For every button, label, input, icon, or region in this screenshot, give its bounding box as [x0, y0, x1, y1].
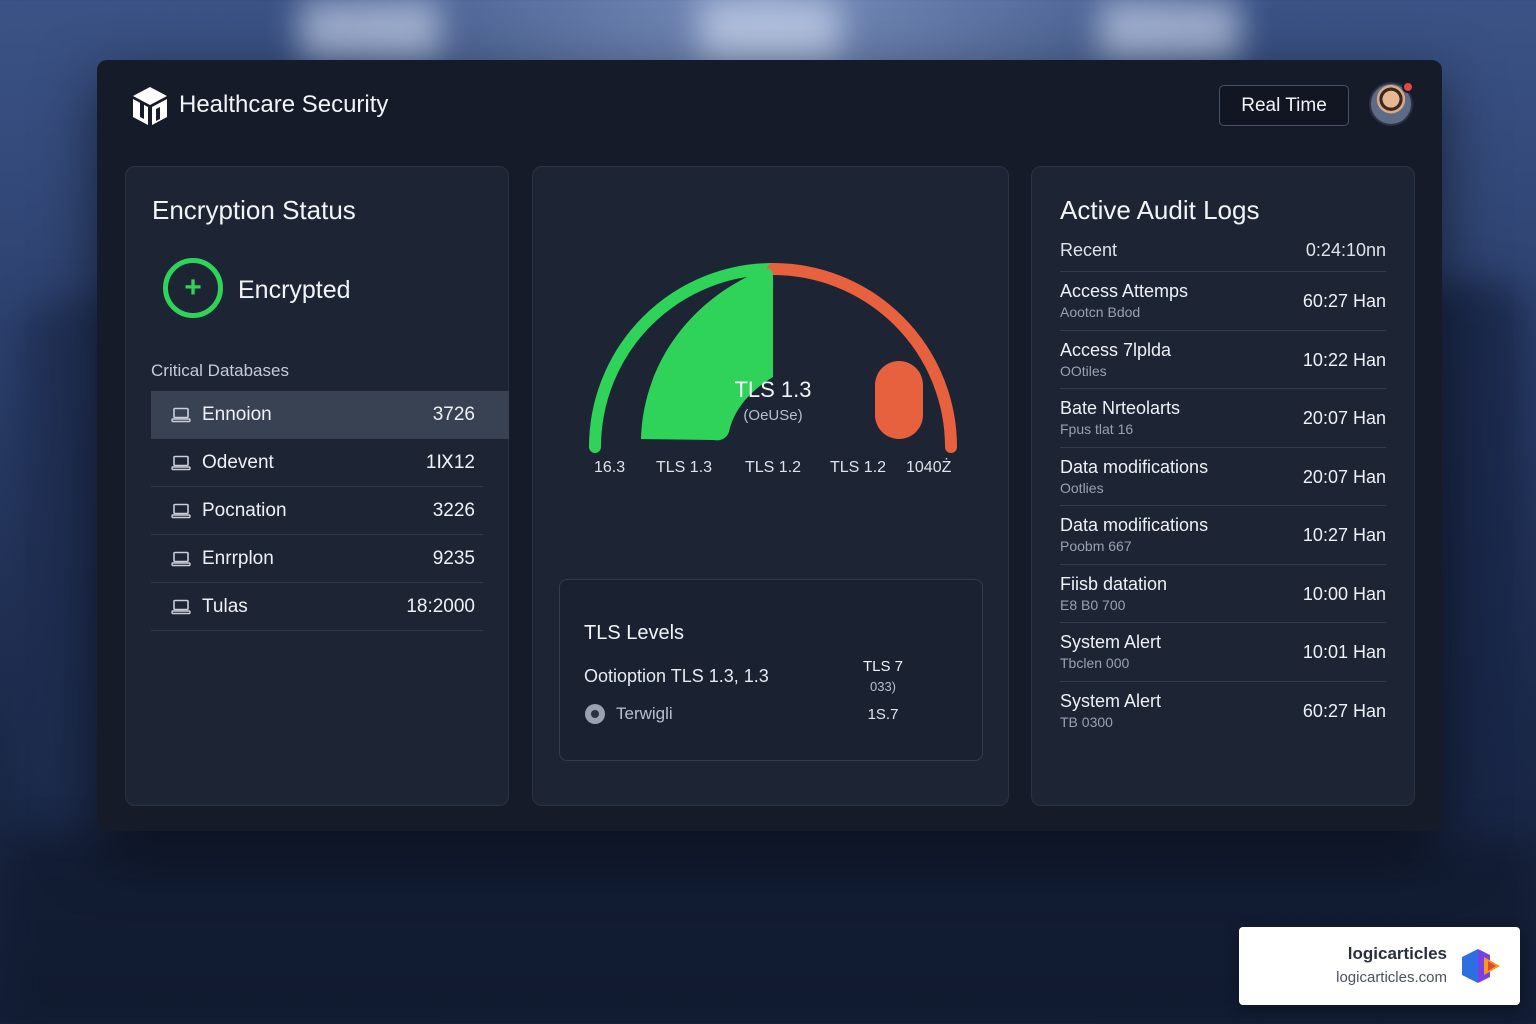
- audit-log-row[interactable]: System Alert Tbclen 000 10:01 Han: [1060, 623, 1386, 682]
- laptop-icon: [171, 407, 191, 423]
- tls-option-text: Ootioption TLS 1.3, 1.3: [584, 666, 769, 686]
- tls-gauge-card: TLS 1.3 (OeUSe) 16.3 TLS 1.3 TLS 1.2 TLS…: [532, 166, 1009, 806]
- audit-event-time: 60:27 Han: [1302, 291, 1386, 311]
- background-light: [300, 0, 440, 60]
- database-count: 1Ⅸ12: [425, 452, 475, 473]
- database-row[interactable]: Ennoion 3726: [151, 391, 509, 439]
- audit-logs-title: Active Audit Logs: [1060, 195, 1260, 225]
- laptop-icon: [171, 599, 191, 615]
- watermark-badge[interactable]: logicarticles logicarticles.com: [1239, 927, 1520, 1005]
- gauge-tick-label: TLS 1.3: [656, 459, 713, 476]
- header: Healthcare Security Real Time: [97, 60, 1442, 160]
- audit-event-name: Data modifications: [1060, 515, 1209, 535]
- audit-event-time: 20:07 Han: [1302, 408, 1386, 428]
- background-light: [1100, 0, 1240, 60]
- database-count: 3726: [432, 404, 475, 425]
- laptop-icon: [171, 503, 191, 519]
- audit-event-time: 60:27 Han: [1302, 700, 1386, 721]
- audit-event-detail: Poobm 667: [1060, 538, 1132, 554]
- encryption-status-card: Encryption Status + Encrypted Critical D…: [125, 166, 509, 806]
- audit-event-detail: OOtiles: [1060, 362, 1107, 379]
- gauge-bar-insecure: [875, 361, 923, 439]
- database-name: Ennoion: [202, 404, 272, 425]
- critical-databases-heading: Critical Databases: [151, 361, 289, 380]
- watermark-name: logicarticles: [1347, 944, 1447, 963]
- audit-event-name: Data modifications: [1060, 456, 1209, 477]
- notification-dot: [1402, 81, 1414, 93]
- database-name: Tulas: [202, 595, 248, 617]
- audit-event-time: 20:07 Han: [1302, 466, 1386, 487]
- laptop-icon: [171, 551, 191, 567]
- audit-event-name: System Alert: [1060, 690, 1162, 711]
- real-time-button[interactable]: Real Time: [1219, 85, 1349, 126]
- recent-time: 0:24:10nn: [1305, 240, 1386, 260]
- gauge-tick-label: 1040Ż: [906, 459, 952, 476]
- audit-event-detail: Tbclen 000: [1060, 655, 1130, 671]
- database-row[interactable]: Pocnation 3226: [151, 487, 483, 535]
- audit-event-time: 10:00 Han: [1302, 583, 1386, 604]
- laptop-icon: [171, 455, 191, 471]
- database-row[interactable]: Enrrplon 9235: [151, 535, 483, 583]
- cube-logo-icon: [133, 87, 167, 125]
- gauge-tick-label: 16.3: [594, 459, 626, 476]
- audit-event-detail: Ootlies: [1060, 479, 1104, 496]
- audit-event-name: Bate Nrteolarts: [1060, 398, 1181, 418]
- tls-levels-title: TLS Levels: [584, 622, 685, 644]
- gauge-tick-label: TLS 1.2: [830, 459, 887, 476]
- database-row[interactable]: Odevent 1Ⅸ12: [151, 439, 483, 487]
- audit-log-row[interactable]: Fiisb datation E8 B0 700 10:00 Han: [1060, 565, 1386, 623]
- recent-label: Recent: [1060, 240, 1118, 260]
- audit-event-detail: TB 0300: [1060, 713, 1113, 730]
- audit-header-row: Recent 0:24:10nn: [1060, 240, 1386, 272]
- audit-event-detail: Aootcn Bdod: [1060, 304, 1141, 320]
- audit-event-name: Fiisb datation: [1060, 573, 1168, 594]
- gauge-tick-label: TLS 1.2: [745, 459, 802, 476]
- encryption-status-label: Encrypted: [238, 276, 351, 304]
- database-list: Ennoion 3726 Odevent 1Ⅸ12 Pocnation 3226…: [151, 391, 509, 631]
- mini-gauge-value: 1S.7: [867, 706, 899, 723]
- mini-gauge-sub: 033): [869, 679, 897, 694]
- audit-log-row[interactable]: Data modifications Poobm 667 10:27 Han: [1060, 506, 1386, 565]
- gauge-sub-label: (OeUSe): [743, 407, 803, 424]
- database-name: Odevent: [202, 451, 274, 473]
- database-count: 9235: [432, 547, 475, 569]
- tls-levels-panel: TLS Levels Ootioption TLS 1.3, 1.3 Terwi…: [559, 579, 983, 761]
- audit-logs-card: Active Audit Logs Recent 0:24:10nn Acces…: [1031, 166, 1415, 806]
- audit-log-row[interactable]: Bate Nrteolarts Fpus tlat 16 20:07 Han: [1060, 389, 1386, 448]
- audit-event-name: System Alert: [1060, 632, 1162, 652]
- database-name: Enrrplon: [202, 547, 274, 569]
- tls-gauge: [589, 263, 957, 453]
- audit-log-list: Access Attemps Aootcn Bdod 60:27 Han Acc…: [1060, 272, 1386, 740]
- dashboard-window: Healthcare Security Real Time Encryption…: [97, 60, 1442, 831]
- radio-label: Terwigli: [616, 704, 673, 723]
- audit-event-time: 10:27 Han: [1302, 525, 1386, 545]
- background-light: [700, 0, 840, 60]
- audit-log-row[interactable]: System Alert TB 0300 60:27 Han: [1060, 682, 1386, 741]
- encryption-status-title: Encryption Status: [152, 195, 356, 225]
- database-count: 3226: [432, 499, 475, 521]
- brand-logo-icon: [1462, 949, 1500, 983]
- watermark-url: logicarticles.com: [1336, 969, 1447, 986]
- audit-event-time: 10:01 Han: [1302, 642, 1386, 662]
- plus-icon: +: [184, 271, 202, 304]
- audit-log-row[interactable]: Data modifications Ootlies 20:07 Han: [1060, 448, 1386, 506]
- mini-gauge-label: TLS 7: [862, 658, 904, 675]
- gauge-center: TLS 1.3 (OeUSe): [703, 377, 843, 424]
- gauge-main-label: TLS 1.3: [734, 377, 812, 402]
- plus-circle-icon: +: [163, 258, 223, 318]
- audit-event-detail: E8 B0 700: [1060, 596, 1126, 613]
- audit-event-name: Access Attemps: [1060, 281, 1189, 301]
- audit-log-row[interactable]: Access Attemps Aootcn Bdod 60:27 Han: [1060, 272, 1386, 331]
- audit-log-row[interactable]: Access 7lplda OOtiles 10:22 Han: [1060, 331, 1386, 389]
- audit-event-time: 10:22 Han: [1302, 349, 1386, 370]
- audit-event-name: Access 7lplda: [1060, 339, 1172, 360]
- database-name: Pocnation: [202, 499, 287, 521]
- database-count: 18:2000: [406, 595, 475, 617]
- app-title: Healthcare Security: [179, 91, 389, 118]
- radio-button[interactable]: [585, 704, 605, 724]
- audit-event-detail: Fpus tlat 16: [1060, 421, 1134, 437]
- database-row[interactable]: Tulas 18:2000: [151, 583, 483, 631]
